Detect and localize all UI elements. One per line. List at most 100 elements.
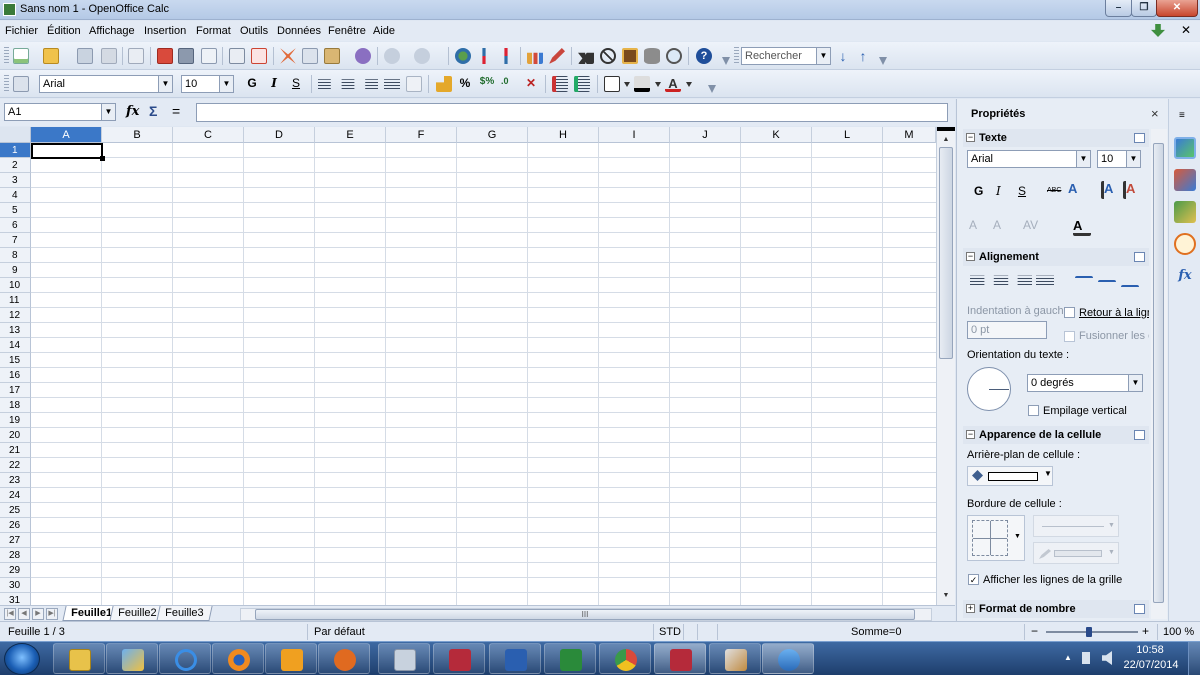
vertical-scrollbar[interactable]: ▲ ▼ [936, 127, 955, 605]
sidebar-size-select[interactable]: 10 ▼ [1097, 150, 1141, 168]
row-header-8[interactable]: 8 [0, 248, 31, 263]
new-document-icon[interactable] [13, 48, 29, 64]
menu-affichage[interactable]: Affichage [89, 25, 135, 37]
chevron-down-icon[interactable]: ▼ [1108, 549, 1115, 556]
update-icon[interactable] [1151, 24, 1165, 37]
chevron-down-icon[interactable]: ▼ [219, 76, 233, 92]
find-next-icon[interactable]: ↓ [835, 48, 851, 64]
chevron-down-icon[interactable]: ▼ [816, 48, 830, 64]
function-button[interactable]: = [172, 103, 180, 119]
volume-icon[interactable] [1102, 651, 1112, 665]
taskbar-paint[interactable] [709, 643, 761, 674]
functions-deck-icon[interactable]: fx [1174, 265, 1196, 287]
column-header-j[interactable]: J [670, 127, 741, 143]
find-previous-icon[interactable]: ↑ [855, 48, 871, 64]
spellcheck-icon[interactable] [229, 48, 245, 64]
horizontal-scrollbar[interactable]: III [240, 608, 932, 621]
currency-format-icon[interactable] [436, 76, 452, 92]
column-header-d[interactable]: D [244, 127, 315, 143]
sidebar-bold-button[interactable]: G [974, 184, 983, 198]
sidebar-font-select[interactable]: Arial ▼ [967, 150, 1091, 168]
scroll-thumb[interactable] [939, 147, 953, 359]
formula-input[interactable] [196, 103, 948, 122]
decrease-indent-icon[interactable] [552, 76, 568, 92]
menu-format[interactable]: Format [196, 25, 231, 37]
start-button[interactable] [4, 643, 40, 675]
subscript-icon[interactable]: A [993, 218, 1011, 236]
tray-expand-icon[interactable]: ▲ [1064, 653, 1072, 662]
draw-functions-icon[interactable] [549, 48, 565, 64]
page-style[interactable]: Par défaut [314, 626, 365, 638]
taskbar-firefox[interactable] [212, 643, 264, 674]
redo-icon[interactable] [414, 48, 430, 64]
column-header-c[interactable]: C [173, 127, 244, 143]
background-color-icon[interactable] [634, 76, 650, 92]
horizontal-scroll-thumb[interactable]: III [255, 609, 915, 620]
row-header-22[interactable]: 22 [0, 458, 31, 473]
cell-background-picker[interactable]: ▼ [967, 466, 1053, 486]
row-header-31[interactable]: 31 [0, 593, 31, 605]
first-sheet-icon[interactable]: |◀ [4, 608, 16, 620]
row-header-10[interactable]: 10 [0, 278, 31, 293]
scroll-up-icon[interactable]: ▲ [937, 133, 955, 147]
superscript-icon[interactable]: A [969, 218, 987, 236]
row-header-5[interactable]: 5 [0, 203, 31, 218]
function-wizard-button[interactable]: fx [126, 104, 139, 119]
scroll-down-icon[interactable]: ▼ [937, 589, 955, 603]
taskbar-explorer[interactable] [53, 643, 105, 674]
find-replace-icon[interactable] [578, 52, 594, 64]
vertical-stack-checkbox[interactable] [1028, 405, 1039, 416]
sidebar-scroll-thumb[interactable] [1153, 143, 1164, 603]
clock-date[interactable]: 22/07/2014 [1120, 659, 1182, 671]
taskbar-access[interactable] [433, 643, 485, 674]
background-chevron-down-icon[interactable] [655, 82, 661, 87]
zoom-in-button[interactable]: + [1142, 624, 1149, 638]
menu-edition[interactable]: Édition [47, 25, 81, 37]
selection-mode[interactable]: STD [659, 626, 681, 638]
sort-ascending-icon[interactable] [482, 48, 486, 64]
zoom-icon[interactable] [666, 48, 682, 64]
row-header-23[interactable]: 23 [0, 473, 31, 488]
search-input[interactable]: Rechercher ▼ [741, 47, 831, 65]
maximize-button[interactable]: ❐ [1131, 0, 1157, 17]
taskbar-word[interactable] [489, 643, 541, 674]
prev-sheet-icon[interactable]: ◀ [18, 608, 30, 620]
merge-cells-icon[interactable] [406, 76, 422, 92]
row-header-13[interactable]: 13 [0, 323, 31, 338]
taskbar-app-2[interactable] [106, 643, 158, 674]
save-icon[interactable] [77, 48, 93, 64]
column-header-i[interactable]: I [599, 127, 670, 143]
show-gridlines-checkbox[interactable]: ✓ [968, 574, 979, 585]
sidebar-align-center-icon[interactable] [993, 275, 1009, 287]
increase-indent-icon[interactable] [574, 76, 590, 92]
last-sheet-icon[interactable]: ▶| [46, 608, 58, 620]
row-header-19[interactable]: 19 [0, 413, 31, 428]
zoom-slider[interactable] [1046, 627, 1138, 637]
zoom-level[interactable]: 100 % [1163, 626, 1194, 638]
row-header-30[interactable]: 30 [0, 578, 31, 593]
name-box[interactable]: A1 ▼ [4, 103, 116, 121]
sheet-tab-3[interactable]: Feuille3 [156, 606, 213, 621]
cell-area[interactable] [31, 143, 936, 605]
chart-icon[interactable] [527, 52, 543, 64]
standard-format-button[interactable]: $% [479, 76, 495, 87]
row-header-12[interactable]: 12 [0, 308, 31, 323]
toolbar-options-chevron-icon[interactable] [722, 57, 730, 65]
active-cell-cursor[interactable] [31, 143, 105, 161]
toolbar-grip[interactable] [4, 75, 9, 93]
menu-fichier[interactable]: Fichier [5, 25, 38, 37]
column-header-b[interactable]: B [102, 127, 173, 143]
auto-spellcheck-icon[interactable] [251, 48, 267, 64]
styles-formatting-icon[interactable] [13, 76, 29, 92]
cell-border-picker[interactable]: ▼ [967, 515, 1025, 561]
sidebar-justify-icon[interactable] [1036, 275, 1054, 287]
italic-button[interactable]: I [266, 76, 282, 90]
toolbar-options-chevron-icon[interactable] [708, 85, 716, 93]
menu-fenetre[interactable]: Fenêtre [328, 25, 366, 37]
sidebar-underline-button[interactable]: S [1018, 184, 1026, 198]
taskbar-outlook[interactable] [265, 643, 317, 674]
taskbar-calculator[interactable] [378, 643, 430, 674]
align-top-icon[interactable] [1075, 276, 1093, 282]
column-header-l[interactable]: L [812, 127, 883, 143]
close-document-icon[interactable]: ✕ [1181, 23, 1195, 37]
